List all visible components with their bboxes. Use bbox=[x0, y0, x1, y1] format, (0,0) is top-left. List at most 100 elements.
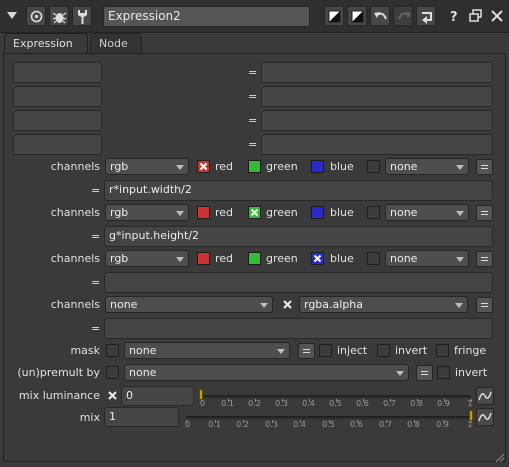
temp-expr-field[interactable] bbox=[261, 110, 493, 131]
extra-channel-value: none bbox=[390, 160, 418, 173]
inject-label: inject bbox=[337, 344, 368, 357]
slider-tick-label: 0.5 bbox=[322, 420, 335, 429]
fringe-label: fringe bbox=[454, 344, 487, 357]
red-label: red bbox=[215, 206, 234, 219]
chevron-down-icon bbox=[456, 165, 464, 170]
link-equals-button[interactable] bbox=[298, 343, 315, 359]
tab-label: Node bbox=[99, 37, 128, 50]
temp-expr-field[interactable] bbox=[261, 86, 493, 107]
blue-checkbox[interactable] bbox=[311, 252, 324, 265]
undo-icon[interactable] bbox=[370, 6, 390, 26]
temp-expr-field[interactable] bbox=[261, 62, 493, 83]
chevron-down-icon bbox=[260, 303, 268, 308]
premult-invert-checkbox[interactable] bbox=[437, 366, 450, 379]
temp-expr-field[interactable] bbox=[261, 134, 493, 155]
tab-node[interactable]: Node bbox=[90, 33, 142, 53]
wrench-icon[interactable] bbox=[72, 6, 92, 26]
blue-label: blue bbox=[330, 206, 354, 219]
slider-handle[interactable] bbox=[199, 389, 203, 400]
premult-invert-label: invert bbox=[455, 366, 488, 379]
green-checkbox[interactable] bbox=[248, 206, 261, 219]
temp-name-field[interactable] bbox=[13, 86, 102, 107]
temp-name-field[interactable] bbox=[13, 134, 102, 155]
layer-dropdown[interactable]: rgb bbox=[105, 158, 189, 175]
red-checkbox[interactable] bbox=[197, 160, 210, 173]
channels-label: channels bbox=[50, 206, 100, 219]
mix-luminance-value[interactable]: 0 bbox=[121, 386, 194, 406]
extra-channel-dropdown[interactable]: none bbox=[385, 158, 469, 175]
expression-field-a[interactable] bbox=[104, 318, 493, 339]
inject-checkbox[interactable] bbox=[319, 344, 332, 357]
slider-tick-label: 0.7 bbox=[379, 420, 392, 429]
slider-track[interactable] bbox=[186, 416, 471, 419]
layer-dropdown-value: rgb bbox=[110, 160, 129, 173]
slider-tick-label: 0.3 bbox=[265, 420, 278, 429]
link-equals-button[interactable] bbox=[476, 205, 493, 221]
close-icon[interactable] bbox=[490, 9, 504, 23]
chevron-down-icon bbox=[176, 257, 184, 262]
curve-editor-icon[interactable] bbox=[476, 408, 494, 426]
curve-editor-icon[interactable] bbox=[476, 387, 494, 405]
extra-channel-dropdown[interactable]: none bbox=[385, 250, 469, 267]
help-icon[interactable]: ? bbox=[448, 9, 460, 25]
title-bar: Expression2 ? bbox=[0, 0, 509, 33]
link-equals-button[interactable] bbox=[476, 297, 493, 313]
red-label: red bbox=[215, 160, 234, 173]
slider-track[interactable] bbox=[201, 395, 471, 398]
slider-handle[interactable] bbox=[469, 410, 473, 421]
color-swatch-icon[interactable] bbox=[324, 6, 344, 26]
extra-channel-dropdown[interactable]: none bbox=[385, 204, 469, 221]
layer-dropdown-value: rgb bbox=[110, 206, 129, 219]
tab-expression[interactable]: Expression bbox=[4, 33, 88, 53]
temp-name-field[interactable] bbox=[13, 62, 102, 83]
expression-field-r[interactable]: r*input.width/2 bbox=[104, 180, 493, 201]
mask-invert-checkbox[interactable] bbox=[377, 344, 390, 357]
check-x-icon[interactable] bbox=[106, 389, 119, 402]
temp-name-field[interactable] bbox=[13, 110, 102, 131]
extra-channel-checkbox[interactable] bbox=[367, 160, 380, 173]
slider-tick-label: 1 bbox=[467, 420, 473, 429]
red-checkbox[interactable] bbox=[197, 206, 210, 219]
link-equals-button[interactable] bbox=[476, 159, 493, 175]
premult-checkbox[interactable] bbox=[106, 366, 119, 379]
link-equals-button[interactable] bbox=[476, 251, 493, 267]
extra-channel-checkbox[interactable] bbox=[367, 252, 380, 265]
check-x-icon bbox=[313, 254, 322, 263]
expression-field-b[interactable] bbox=[104, 272, 493, 293]
equals-label: = bbox=[91, 322, 101, 335]
redo-icon[interactable] bbox=[393, 6, 413, 26]
expression-field-g[interactable]: g*input.height/2 bbox=[104, 226, 493, 247]
node-name-field[interactable]: Expression2 bbox=[103, 6, 310, 27]
blue-checkbox[interactable] bbox=[311, 206, 324, 219]
revert-icon[interactable] bbox=[416, 6, 436, 26]
float-window-icon[interactable] bbox=[469, 9, 483, 23]
link-equals-button[interactable] bbox=[416, 365, 433, 381]
extra-channel-checkbox[interactable] bbox=[367, 206, 380, 219]
mix-value[interactable]: 1 bbox=[104, 407, 179, 427]
layer-dropdown[interactable]: none bbox=[105, 296, 273, 313]
mask-dropdown[interactable]: none bbox=[124, 342, 290, 359]
check-x-icon[interactable] bbox=[281, 298, 294, 311]
triangle-down-icon[interactable] bbox=[5, 8, 19, 22]
mask-label: mask bbox=[70, 344, 100, 357]
fringe-checkbox[interactable] bbox=[436, 344, 449, 357]
layer-dropdown-value: rgb bbox=[110, 252, 129, 265]
blue-checkbox[interactable] bbox=[311, 160, 324, 173]
mix-luminance-slider[interactable]: 0 0.1 0.2 0.3 0.4 0.5 0.6 0.7 0.8 0.9 1 bbox=[198, 386, 474, 408]
mask-checkbox[interactable] bbox=[106, 344, 119, 357]
green-checkbox[interactable] bbox=[248, 252, 261, 265]
circle-dot-icon[interactable] bbox=[26, 6, 46, 26]
green-checkbox[interactable] bbox=[248, 160, 261, 173]
extra-channel-dropdown[interactable]: rgba.alpha bbox=[299, 296, 468, 313]
resize-grip-icon[interactable] bbox=[492, 450, 506, 464]
red-checkbox[interactable] bbox=[197, 252, 210, 265]
mix-slider[interactable]: 0 0.1 0.2 0.3 0.4 0.5 0.6 0.7 0.8 0.9 1 bbox=[183, 407, 474, 429]
color-swatch-icon[interactable] bbox=[347, 6, 367, 26]
green-label: green bbox=[266, 160, 298, 173]
premult-dropdown[interactable]: none bbox=[124, 364, 409, 381]
bug-icon[interactable] bbox=[49, 6, 69, 26]
layer-dropdown[interactable]: rgb bbox=[105, 250, 189, 267]
equals-label: = bbox=[248, 66, 258, 79]
layer-dropdown[interactable]: rgb bbox=[105, 204, 189, 221]
slider-tick-label: 0.2 bbox=[236, 420, 249, 429]
